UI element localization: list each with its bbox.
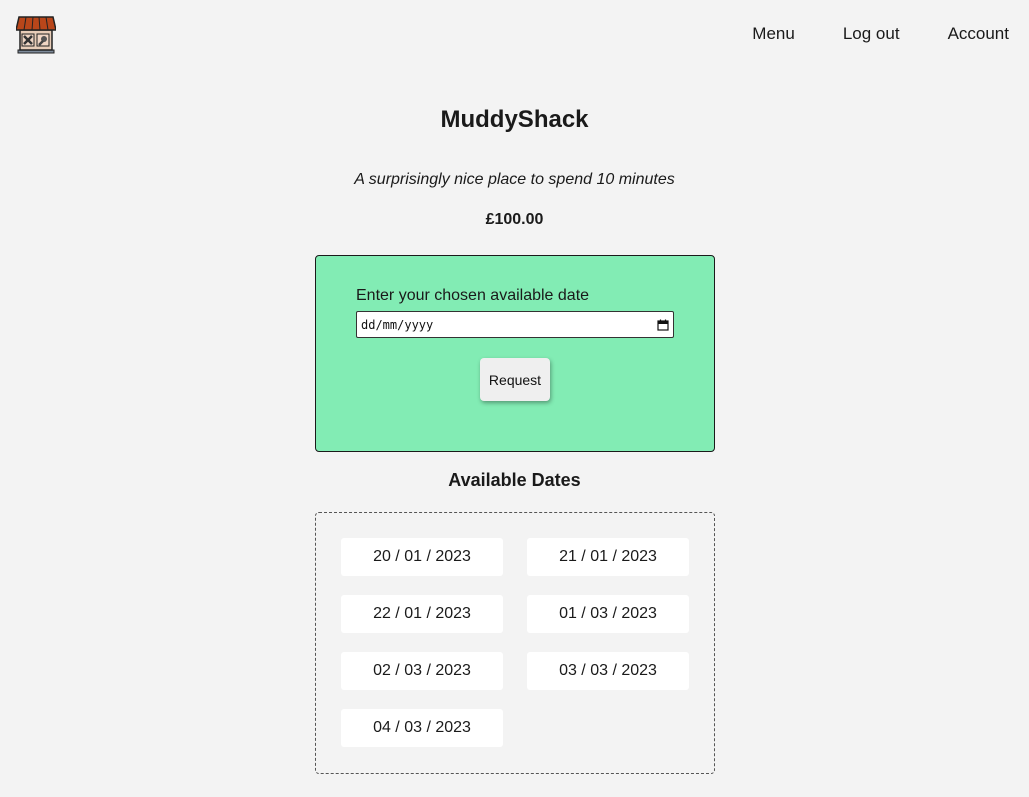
calendar-icon[interactable] bbox=[657, 319, 669, 331]
listing-description: A surprisingly nice place to spend 10 mi… bbox=[354, 171, 675, 188]
available-date-item[interactable]: 04 / 03 / 2023 bbox=[341, 709, 503, 747]
available-date-item[interactable]: 01 / 03 / 2023 bbox=[527, 595, 689, 633]
shop-logo-icon[interactable] bbox=[15, 14, 57, 54]
available-date-item[interactable]: 03 / 03 / 2023 bbox=[527, 652, 689, 690]
available-dates-list: 20 / 01 / 2023 21 / 01 / 2023 22 / 01 / … bbox=[315, 512, 715, 774]
date-input-placeholder: dd/mm/yyyy bbox=[361, 317, 434, 332]
top-nav: Menu Log out Account bbox=[752, 24, 1009, 44]
available-dates-heading: Available Dates bbox=[448, 470, 581, 490]
available-date-item[interactable]: 22 / 01 / 2023 bbox=[341, 595, 503, 633]
date-input[interactable]: dd/mm/yyyy bbox=[356, 311, 674, 338]
page-title: MuddyShack bbox=[440, 106, 589, 133]
available-date-item[interactable]: 02 / 03 / 2023 bbox=[341, 652, 503, 690]
listing-price: £100.00 bbox=[485, 211, 544, 228]
nav-logout-link[interactable]: Log out bbox=[843, 24, 900, 44]
nav-menu-link[interactable]: Menu bbox=[752, 24, 795, 44]
available-date-item[interactable]: 21 / 01 / 2023 bbox=[527, 538, 689, 576]
nav-account-link[interactable]: Account bbox=[948, 24, 1009, 44]
available-date-item[interactable]: 20 / 01 / 2023 bbox=[341, 538, 503, 576]
date-field-label: Enter your chosen available date bbox=[356, 287, 590, 304]
request-form-panel: Enter your chosen available date dd/mm/y… bbox=[315, 255, 715, 452]
request-button[interactable]: Request bbox=[480, 358, 550, 401]
